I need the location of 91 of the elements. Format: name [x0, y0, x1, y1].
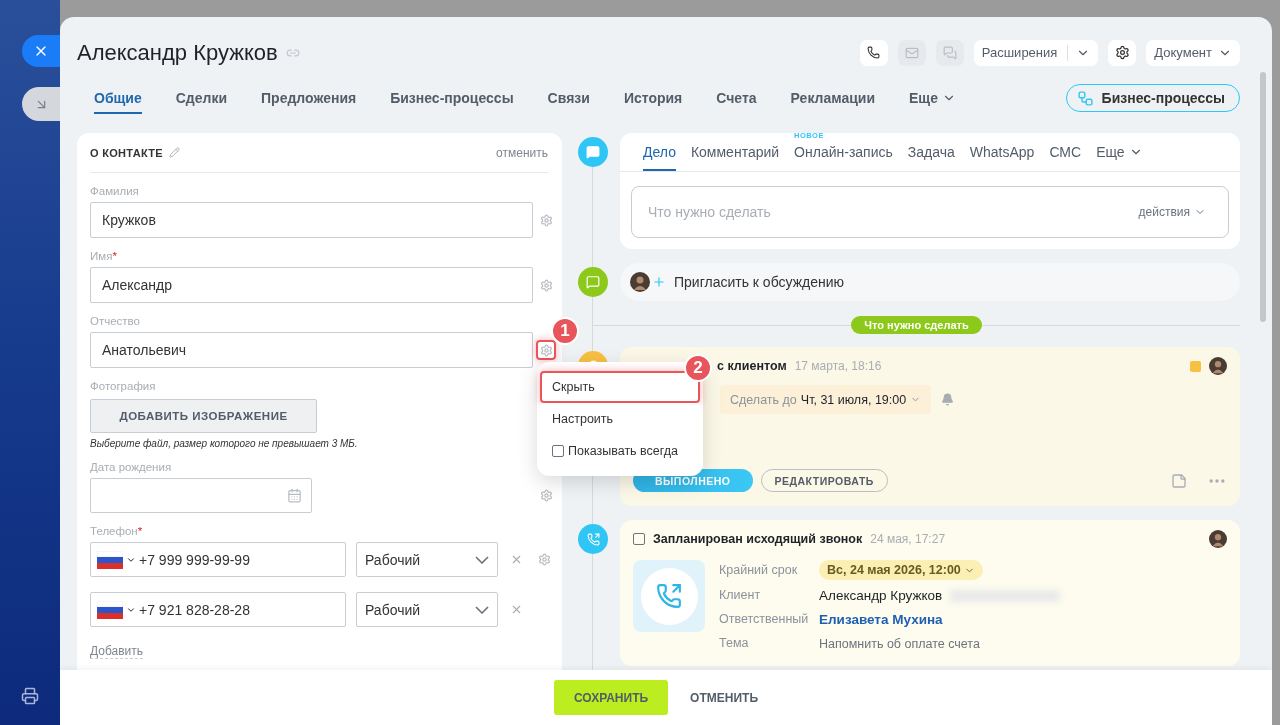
composer-tab[interactable]: WhatsApp [969, 133, 1035, 171]
task-input[interactable]: Что нужно сделать действия [631, 186, 1229, 238]
tab[interactable]: Бизнес-процессы [390, 90, 514, 114]
comment-icon [586, 145, 600, 159]
actions-dropdown[interactable]: действия [1132, 204, 1212, 220]
save-button[interactable]: СОХРАНИТЬ [554, 680, 669, 715]
item-title: с клиентом [717, 359, 787, 373]
settings-icon [1114, 45, 1130, 60]
minimize-button[interactable] [22, 87, 60, 121]
phone-icon [656, 583, 682, 609]
item-time: 17 марта, 18:16 [794, 359, 882, 373]
tab[interactable]: Сделки [175, 90, 228, 114]
row-label: Ответственный [719, 612, 810, 626]
text-field[interactable]: Кружков [90, 202, 533, 238]
tab[interactable]: Общие [94, 90, 142, 114]
field-label: Фамилия [90, 184, 139, 198]
section-label: Что нужно сделать [851, 316, 982, 334]
chevron-icon [475, 605, 489, 614]
cancel-button[interactable]: ОТМЕНИТЬ [670, 680, 778, 715]
phone-button[interactable] [859, 39, 888, 66]
row-value: Напомнить об оплате счета [819, 637, 980, 651]
field-label: Фотография [90, 379, 156, 393]
phone-icon [586, 532, 600, 546]
note-icon[interactable] [1171, 472, 1187, 489]
field-label: Имя [90, 249, 113, 263]
person-link[interactable]: Елизавета Мухина [819, 612, 943, 627]
field-label: Отчество [90, 314, 140, 328]
chat-icon [942, 45, 957, 60]
flag-icon [1190, 360, 1201, 372]
bell-icon[interactable] [941, 393, 955, 406]
card-title: О КОНТАКТЕ [90, 146, 163, 159]
document-button[interactable]: Документ [1146, 39, 1240, 66]
tab[interactable]: Предложения [261, 90, 357, 114]
cancel-link[interactable]: отменить [496, 145, 548, 160]
deadline-chip[interactable]: Сделать до Чт, 31 июля, 19:00 [720, 385, 932, 414]
tab[interactable]: Еще [909, 90, 956, 114]
add-link[interactable]: Добавить [90, 644, 144, 659]
scrollbar[interactable] [1260, 72, 1266, 322]
date-chip[interactable]: Вс, 24 мая 2026, 12:00 [819, 560, 983, 580]
required-mark: * [112, 249, 117, 263]
russia-flag-icon [97, 600, 123, 619]
avatar [1209, 530, 1227, 548]
phone-field[interactable]: +7 921 828-28-28 [90, 592, 346, 627]
row-label: Клиент [719, 588, 762, 602]
phone-type-select[interactable]: Рабочий [356, 542, 498, 577]
row-label: Тема [719, 636, 750, 650]
invite-button[interactable]: Пригласить к обсуждению [620, 263, 1240, 301]
comment-icon [586, 275, 600, 289]
pencil-icon[interactable] [168, 147, 180, 158]
item-title: Запланирован исходящий звонок [653, 532, 863, 546]
mail-icon [904, 45, 919, 60]
settings-icon[interactable] [536, 340, 556, 360]
avatar [1209, 357, 1227, 375]
step-marker: 1 [551, 317, 579, 345]
composer-tab[interactable]: Еще [1096, 133, 1143, 171]
required-mark: * [137, 524, 143, 538]
extensions-button[interactable]: Расширения [973, 39, 1099, 66]
item-time: 24 мая, 17:27 [870, 532, 946, 546]
text-field[interactable]: Анатольевич [90, 332, 533, 368]
page-title: Александр Кружков [77, 39, 278, 66]
composer-tab[interactable]: Комментарий [690, 133, 780, 171]
chevron-icon [475, 555, 489, 564]
row-label: Крайний срок [719, 563, 799, 577]
tab[interactable]: Счета [716, 90, 757, 114]
close-button[interactable] [22, 35, 60, 67]
field-label: Дата рождения [90, 460, 172, 474]
avatar [630, 272, 650, 292]
row-value: Александр Кружков [819, 588, 943, 603]
phone-icon [867, 46, 881, 59]
composer-tab[interactable]: Задача [907, 133, 955, 171]
phone-field[interactable]: +7 999 999-99-99 [90, 542, 346, 577]
checkbox[interactable] [552, 445, 564, 457]
tab[interactable]: Рекламации [790, 90, 876, 114]
checkbox[interactable] [633, 533, 645, 545]
field-label: Телефон [90, 524, 138, 538]
calendar-icon [287, 488, 302, 503]
composer-tab[interactable]: Дело [643, 133, 676, 171]
hint-text: Выберите файл, размер которого не превышает 3 МБ. [90, 438, 359, 449]
print-icon[interactable] [21, 687, 39, 705]
text-field[interactable]: Александр [90, 267, 533, 303]
add-image-button[interactable]: ДОБАВИТЬ ИЗОБРАЖЕНИЕ [90, 399, 317, 433]
date-field[interactable] [90, 478, 312, 513]
plus-icon [652, 275, 666, 289]
tab[interactable]: История [623, 90, 683, 114]
composer-tab[interactable]: СМС [1049, 133, 1082, 171]
phone-type-select[interactable]: Рабочий [356, 592, 498, 627]
settings-button[interactable] [1108, 39, 1137, 66]
flowchart-icon [1076, 89, 1094, 107]
tab[interactable]: Связи [547, 90, 590, 114]
russia-flag-icon [97, 550, 123, 569]
business-process-button[interactable]: Бизнес-процессы [1065, 84, 1240, 112]
